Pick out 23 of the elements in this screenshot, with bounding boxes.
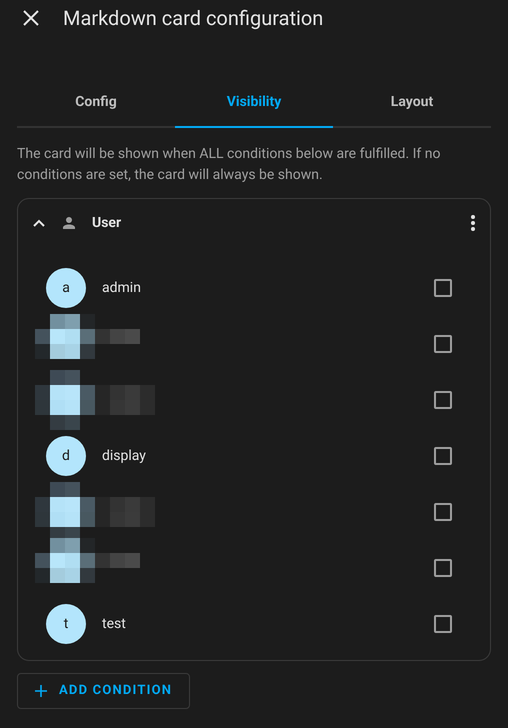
checkbox[interactable] [434, 447, 452, 465]
checkbox[interactable] [434, 503, 452, 521]
checkbox[interactable] [434, 615, 452, 633]
user-name: test [102, 614, 126, 634]
person-icon [60, 214, 78, 232]
checkbox[interactable] [434, 335, 452, 353]
tab[interactable]: Layout [333, 78, 491, 128]
tab[interactable]: Config [17, 78, 175, 128]
user-avatar: d [46, 436, 86, 476]
dialog-title: Markdown card configuration [63, 5, 324, 32]
tab[interactable]: Visibility [175, 78, 333, 128]
user-name: display [102, 446, 146, 466]
user-avatar: t [46, 604, 86, 644]
user-name: admin [102, 278, 141, 298]
more-options-icon[interactable] [470, 214, 476, 232]
user-avatar: a [46, 268, 86, 308]
description-text: The card will be shown when ALL conditions below are fulfilled. If no conditions are set, the card will always be shown. [17, 145, 442, 185]
condition-title: User [92, 214, 122, 232]
add-condition-button[interactable]: ADD CONDITION [17, 673, 190, 709]
checkbox[interactable] [434, 391, 452, 409]
checkbox[interactable] [434, 559, 452, 577]
plus-icon [35, 685, 47, 697]
checkbox[interactable] [434, 279, 452, 297]
